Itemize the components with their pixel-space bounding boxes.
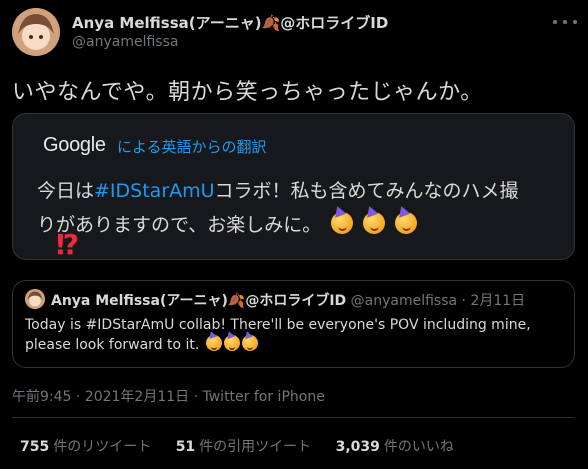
likes-label: 件のいいね — [383, 439, 454, 455]
translation-source-link[interactable]: による英語からの翻訳 — [117, 136, 267, 157]
partying-face-icon — [241, 335, 258, 351]
author-avatar[interactable] — [12, 8, 60, 56]
interrobang-icon: ⁉ — [56, 228, 80, 261]
translated-text-prefix: 今日は — [37, 180, 95, 202]
quoted-tweet-header: Anya Melfissa(アーニャ)🍂@ホロライブID @anyamelfis… — [51, 290, 525, 310]
quoted-tweet-card[interactable]: Anya Melfissa(アーニャ)🍂@ホロライブID @anyamelfis… — [12, 280, 575, 368]
author-display-name[interactable]: Anya Melfissa(アーニャ)🍂@ホロライブID — [72, 12, 388, 33]
more-options-icon[interactable] — [553, 14, 577, 30]
partying-face-icon — [223, 335, 240, 351]
quoted-author-avatar — [25, 289, 45, 309]
translated-text-line-2: りがありますので、お楽しみに。 — [37, 210, 418, 237]
partying-face-icon — [331, 212, 354, 234]
tweet: Anya Melfissa(アーニャ)🍂@ホロライブID @anyamelfis… — [0, 0, 588, 469]
retweets-count: 755 — [20, 439, 50, 455]
translated-text-suffix: コラボ！私も含めてみんなのハメ撮 — [214, 180, 519, 202]
quote-tweets-count: 51 — [175, 439, 196, 455]
quote-tweets-label: 件の引用ツイート — [199, 439, 312, 455]
partying-face-icon — [395, 212, 418, 234]
quote-tweets-stat[interactable]: 51 件の引用ツイート — [176, 439, 311, 455]
google-logo: Google — [43, 134, 106, 156]
partying-face-icon — [363, 212, 386, 234]
quoted-tweet-body: Today is #IDStarAmU collab! There'll be … — [25, 317, 531, 353]
likes-stat[interactable]: 3,039 件のいいね — [336, 439, 454, 455]
quoted-date: 2月11日 — [470, 293, 526, 309]
retweets-label: 件のリツイート — [53, 439, 152, 455]
quoted-separator: · — [461, 293, 466, 309]
quoted-tweet-text: Today is #IDStarAmU collab! There'll be … — [25, 315, 565, 355]
quoted-author-name: Anya Melfissa(アーニャ)🍂@ホロライブID — [51, 293, 347, 309]
quoted-author-handle: @anyamelfissa — [350, 293, 458, 309]
retweets-stat[interactable]: 755 件のリツイート — [20, 439, 151, 455]
divider — [12, 417, 575, 418]
translated-text-line-2-text: りがありますので、お楽しみに。 — [37, 214, 322, 236]
hashtag-link[interactable]: #IDStarAmU — [94, 180, 215, 202]
likes-count: 3,039 — [335, 439, 380, 455]
tweet-timestamp[interactable]: 午前9:45 · 2021年2月11日 · Twitter for iPhone — [12, 386, 325, 406]
engagement-stats: 755 件のリツイート 51 件の引用ツイート 3,039 件のいいね — [20, 436, 474, 456]
translation-card: Google による英語からの翻訳 今日は#IDStarAmUコラボ！私も含めて… — [12, 113, 575, 260]
translated-text-line-1: 今日は#IDStarAmUコラボ！私も含めてみんなのハメ撮 — [37, 176, 519, 203]
tweet-text: いやなんでや。朝から笑っちゃったじゃんか。 — [12, 80, 483, 105]
partying-face-icon — [205, 335, 222, 351]
author-handle[interactable]: @anyamelfissa — [72, 34, 178, 50]
